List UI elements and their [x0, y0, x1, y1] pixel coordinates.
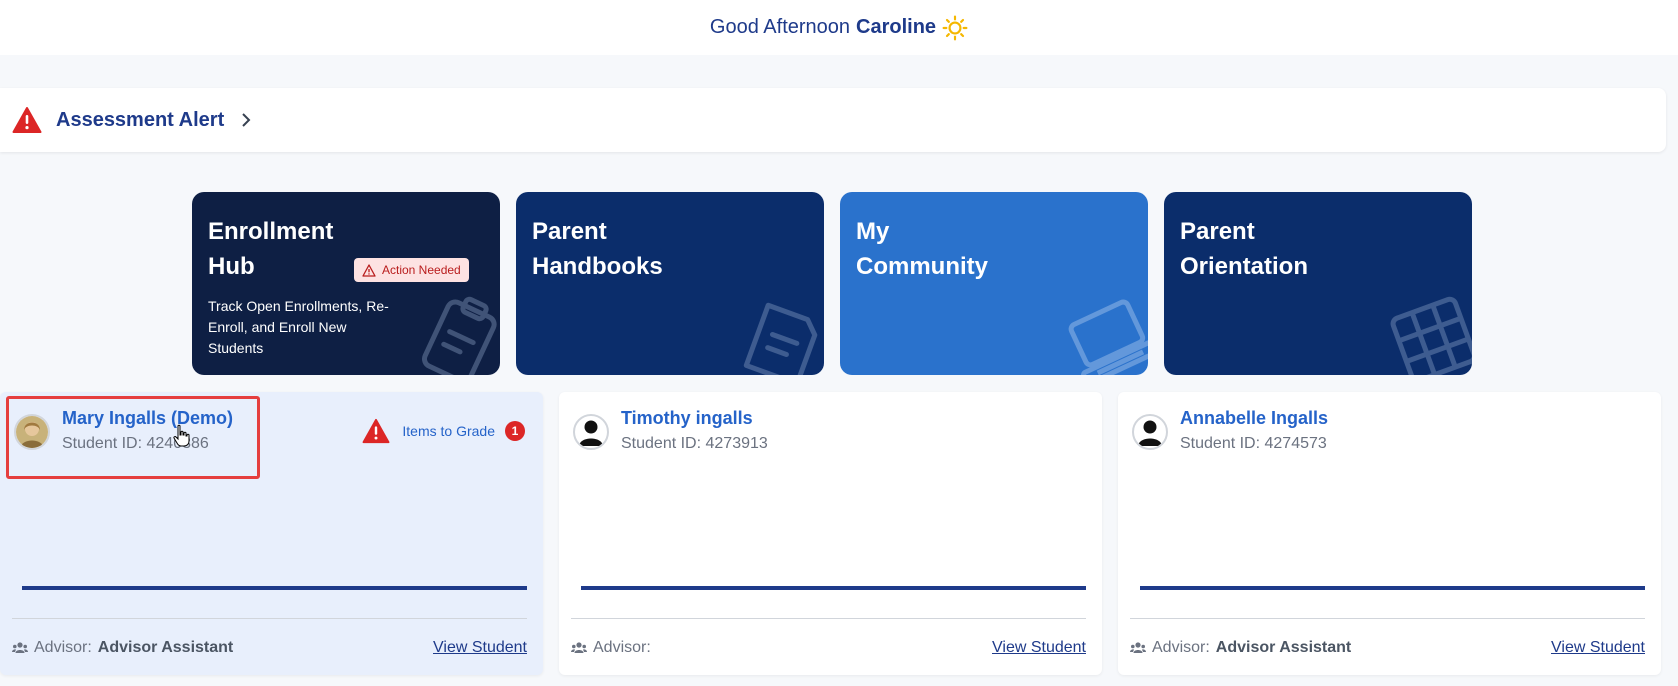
student-id: Student ID: 4274573 [1180, 435, 1327, 452]
progress-bar [581, 586, 1086, 590]
advisor-label: Advisor: [34, 639, 92, 656]
advisor-name: Advisor Assistant [97, 639, 234, 656]
progress-bar [1140, 586, 1645, 590]
student-card[interactable]: Mary Ingalls (Demo) Student ID: 4240386 … [0, 392, 543, 675]
greeting-text: Good Afternoon [709, 16, 851, 38]
view-student-link[interactable]: View Student [1551, 639, 1645, 657]
progress-bar [22, 586, 527, 590]
card-divider [1130, 618, 1645, 619]
student-header: Mary Ingalls (Demo) Student ID: 4240386 [14, 408, 233, 453]
student-header: Timothy ingalls Student ID: 4273913 [573, 408, 768, 453]
card-footer: Advisor: View Student [571, 639, 1086, 657]
student-photo-icon [16, 416, 48, 448]
advisor-info: Advisor: Advisor Assistant [12, 639, 233, 657]
advisor-info: Advisor: Advisor Assistant [1130, 639, 1351, 657]
warning-outline-icon [362, 263, 376, 277]
tile-title: My Community [856, 218, 988, 280]
student-cards: Mary Ingalls (Demo) Student ID: 4240386 … [0, 392, 1661, 675]
student-info: Annabelle Ingalls Student ID: 4274573 [1180, 408, 1328, 453]
student-info: Mary Ingalls (Demo) Student ID: 4240386 [62, 408, 233, 453]
student-name-link[interactable]: Annabelle Ingalls [1180, 408, 1328, 429]
items-to-grade-link[interactable]: Items to Grade 1 [362, 418, 525, 444]
student-card[interactable]: Timothy ingalls Student ID: 4273913 Advi… [559, 392, 1102, 675]
warning-icon [362, 418, 390, 444]
hand-cursor-icon [173, 424, 190, 447]
student-card[interactable]: Annabelle Ingalls Student ID: 4274573 Ad… [1118, 392, 1661, 675]
advisor-info: Advisor: [571, 639, 657, 657]
tile-description: Track Open Enrollments, Re-Enroll, and E… [208, 298, 389, 356]
card-footer: Advisor: Advisor Assistant View Student [1130, 639, 1645, 657]
tile-my-community[interactable]: My Community [840, 192, 1148, 375]
view-student-link[interactable]: View Student [992, 639, 1086, 657]
tile-title: Parent Handbooks [532, 218, 663, 280]
avatar [573, 414, 609, 450]
users-icon [1130, 642, 1146, 653]
student-name-link[interactable]: Mary Ingalls (Demo) [62, 408, 233, 429]
action-needed-label: Action Needed [382, 263, 461, 277]
assessment-alert-bar[interactable]: Assessment Alert [0, 88, 1666, 152]
avatar [1132, 414, 1168, 450]
student-id: Student ID: 4240386 [62, 435, 209, 452]
warning-icon [12, 107, 42, 133]
calendar-icon [1390, 296, 1472, 375]
advisor-label: Advisor: [1152, 639, 1210, 656]
tile-title: Parent Orientation [1180, 218, 1309, 280]
action-needed-badge: Action Needed [354, 258, 469, 282]
user-silhouette-icon [1138, 420, 1162, 446]
view-student-link[interactable]: View Student [433, 639, 527, 657]
chevron-right-icon [242, 113, 251, 127]
tile-parent-handbooks[interactable]: Parent Handbooks [516, 192, 824, 375]
avatar [14, 414, 50, 450]
advisor-label: Advisor: [593, 639, 651, 656]
assessment-alert-label: Assessment Alert [56, 108, 225, 131]
student-info: Timothy ingalls Student ID: 4273913 [621, 408, 768, 453]
tile-parent-orientation[interactable]: Parent Orientation [1164, 192, 1472, 375]
tile-enrollment-hub[interactable]: Enrollment Hub Action Needed Track Open … [192, 192, 500, 375]
advisor-name: Advisor Assistant [1215, 639, 1352, 656]
users-icon [12, 642, 28, 653]
items-to-grade-count: 1 [505, 421, 525, 441]
greeting-bar: Good Afternoon Caroline [0, 0, 1678, 55]
user-silhouette-icon [579, 420, 603, 446]
student-header: Annabelle Ingalls Student ID: 4274573 [1132, 408, 1328, 453]
tile-title: Enrollment Hub [208, 218, 334, 280]
users-icon [571, 642, 587, 653]
greeting-name: Caroline [856, 16, 937, 38]
student-name-link[interactable]: Timothy ingalls [621, 408, 768, 429]
book-icon [743, 302, 818, 375]
laptop-icon [1068, 299, 1148, 375]
quick-links: Enrollment Hub Action Needed Track Open … [192, 192, 1472, 375]
items-to-grade-label: Items to Grade [402, 423, 495, 439]
student-id: Student ID: 4273913 [621, 435, 768, 452]
clipboard-icon [421, 296, 497, 375]
card-divider [571, 618, 1086, 619]
card-divider [12, 618, 527, 619]
card-footer: Advisor: Advisor Assistant View Student [12, 639, 527, 657]
sun-icon [942, 15, 968, 40]
